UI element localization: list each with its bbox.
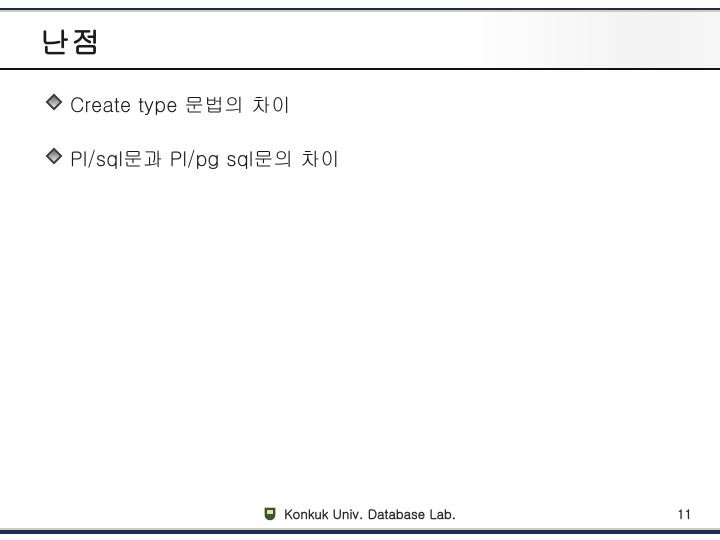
top-rule (0, 8, 720, 12)
bullet-text: Pl/sql문과 Pl/pg sql문의 차이 (70, 144, 340, 172)
footer-org: Konkuk Univ. Database Lab. (284, 504, 456, 523)
bottom-rule (0, 528, 720, 534)
title-underline (0, 68, 720, 70)
bullet-item: Pl/sql문과 Pl/pg sql문의 차이 (48, 144, 680, 172)
diamond-bullet-icon (46, 148, 63, 165)
university-crest-icon (264, 506, 276, 520)
title-area: 난점 (40, 20, 720, 62)
diamond-bullet-icon (46, 94, 63, 111)
slide: 난점 Create type 문법의 차이 Pl/sql문과 Pl/pg sql… (0, 0, 720, 540)
bullet-item: Create type 문법의 차이 (48, 90, 680, 118)
footer: Konkuk Univ. Database Lab. 11 (0, 504, 720, 526)
bullet-text: Create type 문법의 차이 (70, 90, 291, 118)
footer-center: Konkuk Univ. Database Lab. (0, 504, 720, 523)
slide-title: 난점 (40, 20, 720, 62)
body: Create type 문법의 차이 Pl/sql문과 Pl/pg sql문의 … (48, 90, 680, 198)
page-number: 11 (677, 504, 692, 523)
